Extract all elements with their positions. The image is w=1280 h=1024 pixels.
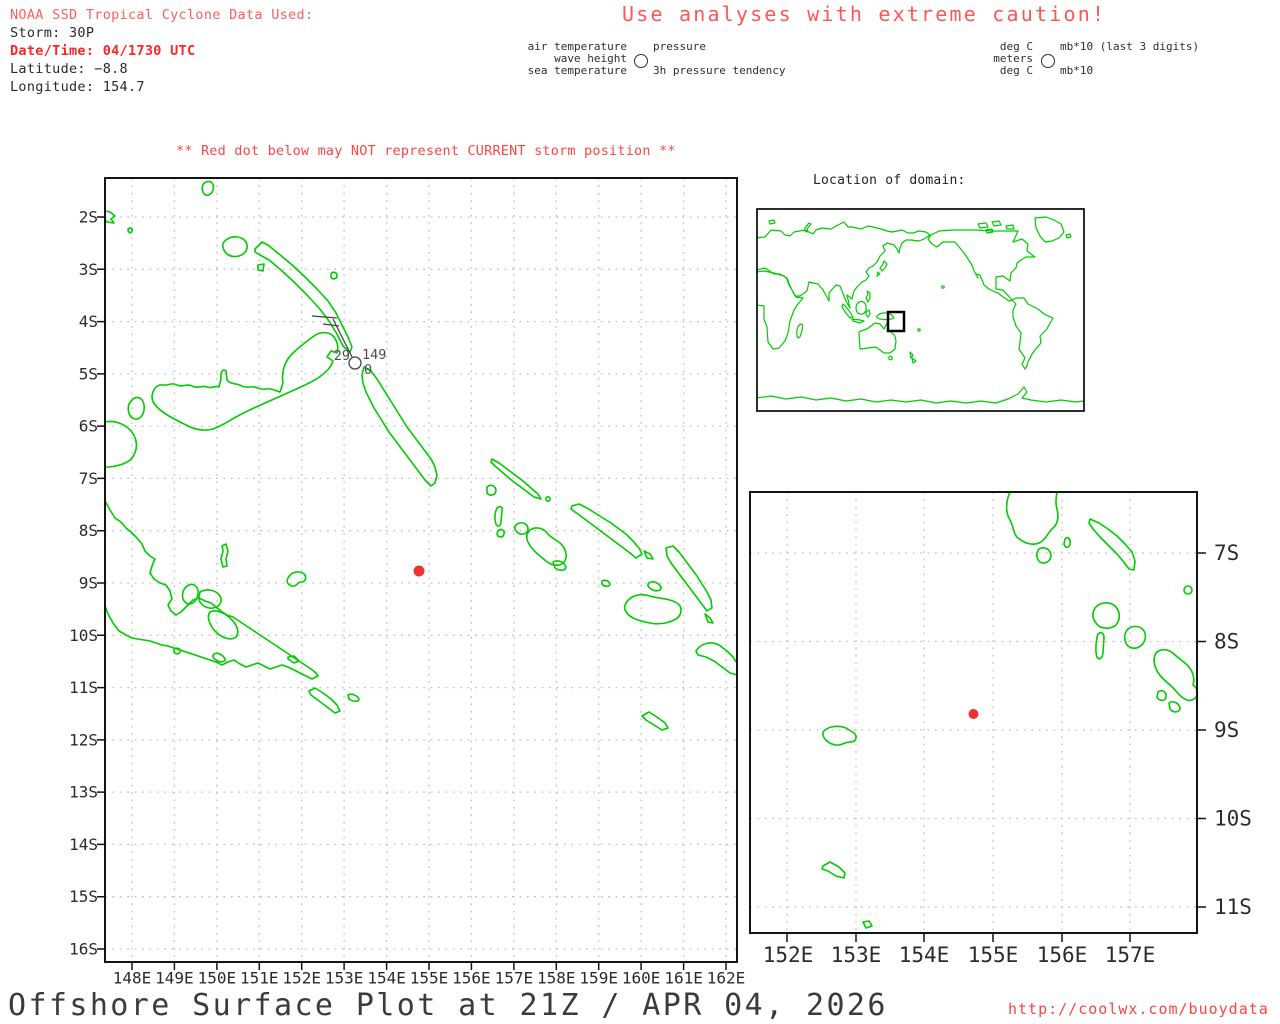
lat-tick-label: 9S: [79, 574, 98, 593]
legend-right-labels: deg C meters deg C: [940, 41, 1033, 77]
storm-id: Storm: 30P: [10, 25, 95, 41]
lon-tick-label: 157E: [495, 969, 534, 988]
lon-tick-label: 149E: [155, 969, 194, 988]
lat-tick-label: 3S: [79, 260, 98, 279]
legend-sea-units: deg C: [999, 64, 1033, 77]
legend-pressure-units: mb*10 (last 3 digits): [1060, 40, 1200, 53]
legend-tendency-units: mb*10: [1060, 64, 1094, 77]
lat-tick-label: 5S: [79, 364, 98, 383]
lon-tick-label: 152E: [763, 943, 814, 967]
lat-tick-label: 11S: [1214, 895, 1252, 919]
station-tendency: 0: [364, 362, 372, 378]
source-url: http://coolwx.com/buoydata: [1008, 1000, 1269, 1018]
world-inset-frame: [756, 208, 1085, 412]
station-circle-icon: [1041, 54, 1055, 68]
main-map-ticks: [97, 216, 727, 970]
zoom-map: 152E 153E 154E 155E 156E 157E 7S 8S 9S 1…: [749, 491, 1252, 967]
lon-tick-label: 158E: [537, 969, 576, 988]
inset-map-title: Location of domain:: [813, 173, 966, 188]
lon-tick-label: 161E: [664, 969, 703, 988]
lon-tick-label: 159E: [579, 969, 618, 988]
lon-tick-label: 153E: [325, 969, 364, 988]
noaa-data-title: NOAA SSD Tropical Cyclone Data Used:: [10, 7, 314, 23]
lon-tick-label: 151E: [240, 969, 279, 988]
lon-tick-label: 154E: [899, 943, 950, 967]
main-map: 29 149 0 2S 3S 4S 5S 6S 7S 8S 9S 10S 11S…: [69, 177, 746, 988]
zoom-map-coastlines: [821, 491, 1199, 929]
lat-tick-label: 8S: [1214, 630, 1239, 654]
lat-tick-label: 11S: [69, 678, 98, 697]
lon-tick-label: 157E: [1105, 943, 1156, 967]
storm-datetime: Date/Time: 04/1730 UTC: [10, 43, 196, 59]
station-plot: 29 149 0: [311, 315, 386, 378]
main-map-lon-axis: 148E 149E 150E 151E 152E 153E 154E 155E …: [113, 969, 746, 988]
lon-tick-label: 156E: [1037, 943, 1088, 967]
lat-tick-label: 8S: [79, 521, 98, 540]
station-pressure: 149: [362, 347, 386, 363]
lon-tick-label: 153E: [831, 943, 882, 967]
zoom-map-lon-axis: 152E 153E 154E 155E 156E 157E: [763, 943, 1156, 967]
lon-tick-label: 148E: [113, 969, 152, 988]
lat-tick-label: 4S: [79, 312, 98, 331]
lon-tick-label: 156E: [452, 969, 491, 988]
lon-tick-label: 152E: [282, 969, 321, 988]
legend-pressure: pressure: [653, 40, 706, 53]
zoom-map-lat-axis: 7S 8S 9S 10S 11S: [1214, 541, 1252, 919]
storm-longitude: Longitude: 154.7: [10, 79, 145, 95]
main-map-coastlines: [104, 180, 738, 731]
lon-tick-label: 155E: [968, 943, 1019, 967]
legend-pressure-tendency: 3h pressure tendency: [653, 64, 786, 77]
legend-left-labels: air temperature wave height sea temperat…: [440, 41, 627, 77]
lon-tick-label: 160E: [622, 969, 661, 988]
lat-tick-label: 13S: [69, 783, 98, 802]
lat-tick-label: 2S: [79, 208, 98, 227]
domain-box: [886, 310, 906, 333]
caution-banner: Use analyses with extreme caution!: [622, 2, 1107, 26]
legend-sea-temperature: sea temperature: [527, 64, 627, 77]
lon-tick-label: 162E: [707, 969, 746, 988]
lat-tick-label: 12S: [69, 730, 98, 749]
main-map-lat-axis: 2S 3S 4S 5S 6S 7S 8S 9S 10S 11S 12S 13S …: [69, 208, 98, 959]
lon-tick-label: 150E: [198, 969, 237, 988]
lat-tick-label: 10S: [1214, 807, 1252, 831]
station-circle-icon: [634, 54, 648, 68]
station-air-temp: 29: [334, 348, 350, 364]
lat-tick-label: 10S: [69, 626, 98, 645]
lon-tick-label: 155E: [410, 969, 449, 988]
lat-tick-label: 15S: [69, 887, 98, 906]
storm-position-warning: ** Red dot below may NOT represent CURRE…: [176, 143, 676, 159]
storm-position-dot-zoom: [968, 709, 979, 719]
page: { "header": { "noaa_title": "NOAA SSD Tr…: [0, 0, 1280, 1024]
storm-latitude: Latitude: −8.8: [10, 61, 128, 77]
lat-tick-label: 14S: [69, 835, 98, 854]
lat-tick-label: 16S: [69, 940, 98, 959]
plot-title: Offshore Surface Plot at 21Z / APR 04, 2…: [8, 988, 888, 1023]
lat-tick-label: 7S: [1214, 541, 1239, 565]
lat-tick-label: 7S: [79, 469, 98, 488]
lon-tick-label: 154E: [367, 969, 406, 988]
station-circle-icon: [348, 356, 362, 370]
lat-tick-label: 9S: [1214, 718, 1239, 742]
storm-position-dot: [413, 565, 425, 577]
world-coastlines: [756, 216, 1084, 404]
zoom-map-ticks: [786, 552, 1206, 942]
lat-tick-label: 6S: [79, 417, 98, 436]
world-inset-map: [756, 208, 1085, 412]
storm-info-block: NOAA SSD Tropical Cyclone Data Used: Sto…: [10, 6, 313, 96]
